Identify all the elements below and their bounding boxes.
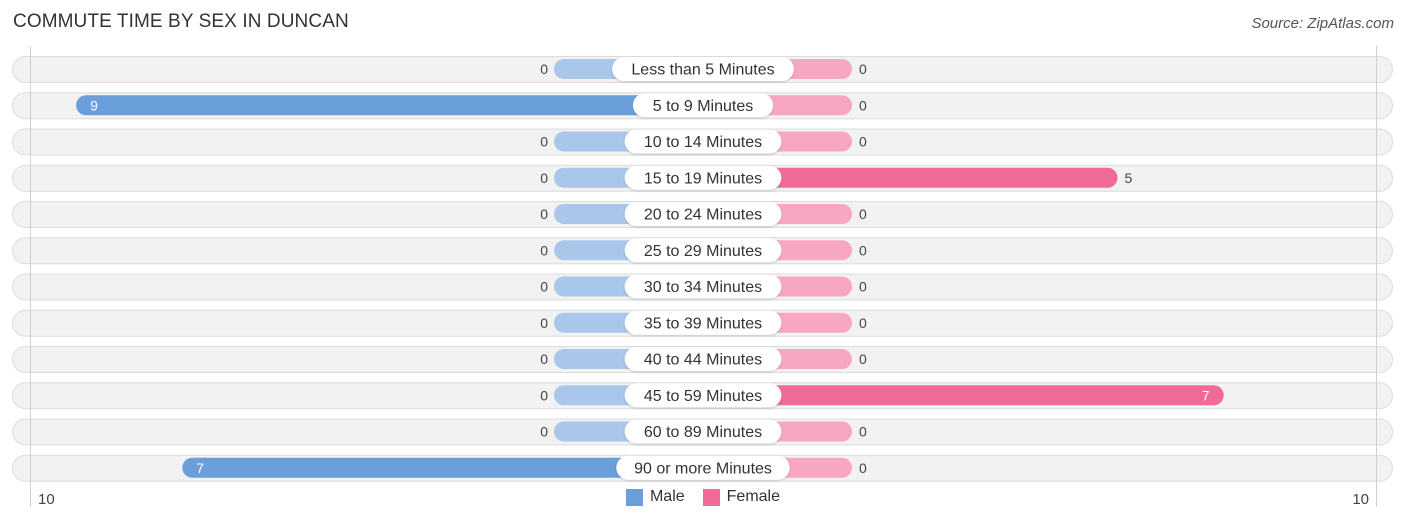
category-label: 5 to 9 Minutes (653, 98, 754, 115)
value-label-female: 0 (859, 351, 867, 367)
legend-swatch-female (702, 488, 720, 506)
legend-swatch-male (625, 488, 643, 506)
value-label-male: 0 (540, 134, 548, 150)
value-label-female: 5 (1125, 170, 1133, 186)
value-label-female: 0 (859, 61, 867, 77)
value-label-male: 0 (540, 61, 548, 77)
value-label-female: 0 (859, 97, 867, 113)
category-label: 15 to 19 Minutes (644, 170, 762, 187)
legend-item-male[interactable]: Male (625, 488, 685, 506)
category-label: 90 or more Minutes (634, 460, 772, 477)
legend: Male Female (0, 488, 1406, 506)
category-label: 20 to 24 Minutes (644, 207, 762, 224)
value-label-female: 0 (859, 460, 867, 476)
value-label-female: 0 (859, 279, 867, 295)
category-label: Less than 5 Minutes (631, 62, 774, 79)
category-label: 30 to 34 Minutes (644, 279, 762, 296)
value-label-male: 9 (90, 97, 98, 113)
category-label: 10 to 14 Minutes (644, 134, 762, 151)
category-label: 35 to 39 Minutes (644, 315, 762, 332)
value-label-female: 0 (859, 424, 867, 440)
value-label-male: 0 (540, 279, 548, 295)
value-label-male: 0 (540, 206, 548, 222)
category-label: 25 to 29 Minutes (644, 243, 762, 260)
chart: Less than 5 Minutes 0 0 5 to 9 Minutes 9 0 10 … (12, 46, 1393, 508)
value-label-male: 0 (540, 387, 548, 403)
value-label-female: 7 (1202, 387, 1210, 403)
value-label-male: 0 (540, 424, 548, 440)
legend-label-male: Male (649, 488, 685, 505)
value-label-female: 0 (859, 206, 867, 222)
value-label-male: 7 (196, 460, 204, 476)
value-label-female: 0 (859, 315, 867, 331)
value-label-female: 0 (859, 134, 867, 150)
value-label-male: 0 (540, 351, 548, 367)
value-label-female: 0 (859, 242, 867, 258)
legend-item-female[interactable]: Female (702, 488, 781, 506)
category-label: 45 to 59 Minutes (644, 388, 762, 405)
category-label: 60 to 89 Minutes (644, 424, 762, 441)
bar-male[interactable] (76, 95, 714, 116)
category-label: 40 to 44 Minutes (644, 352, 762, 369)
value-label-male: 0 (540, 315, 548, 331)
value-label-male: 0 (540, 242, 548, 258)
value-label-male: 0 (540, 170, 548, 186)
legend-label-female: Female (726, 488, 781, 505)
